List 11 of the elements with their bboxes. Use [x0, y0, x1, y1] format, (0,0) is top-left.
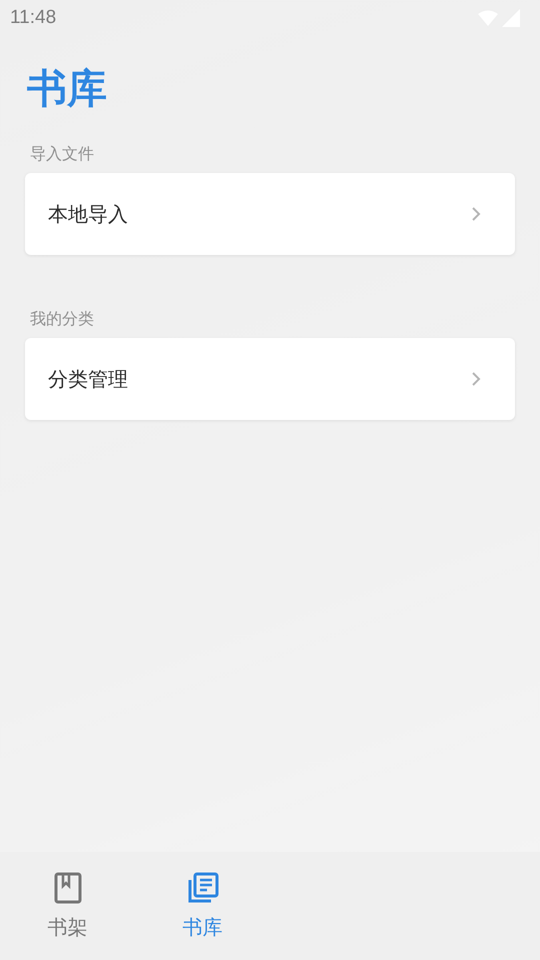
- menu-item[interactable]: 分类管理: [25, 338, 515, 420]
- status-time: 11:48: [10, 7, 56, 29]
- page-title: 书库: [27, 65, 107, 114]
- menu-item[interactable]: 本地导入: [25, 173, 515, 255]
- section-heading: 我的分类: [30, 309, 94, 330]
- chevron-icon: [471, 206, 481, 222]
- chevron-icon: [471, 371, 481, 387]
- book-icon: [54, 872, 82, 904]
- nav-tab[interactable]: 书架: [0, 852, 135, 960]
- section-heading: 导入文件: [30, 144, 94, 165]
- document-stack-icon: [186, 872, 218, 904]
